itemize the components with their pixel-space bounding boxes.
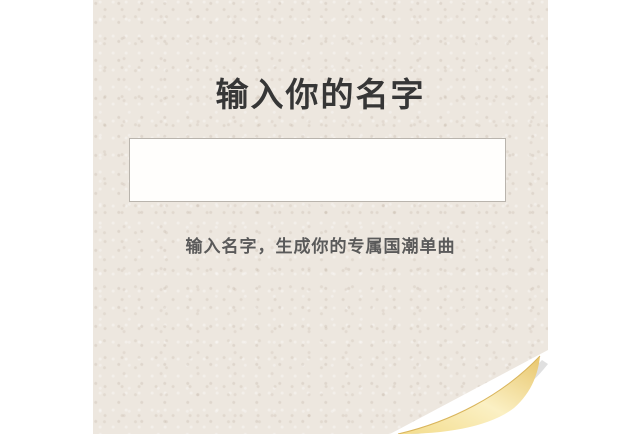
page-subtitle: 输入名字，生成你的专属国潮单曲: [185, 237, 456, 257]
page-title: 输入你的名字: [215, 75, 426, 114]
page-curl-icon: [390, 350, 548, 434]
screen: 输入你的名字 输入名字，生成你的专属国潮单曲: [0, 0, 640, 434]
name-input[interactable]: [129, 138, 506, 202]
